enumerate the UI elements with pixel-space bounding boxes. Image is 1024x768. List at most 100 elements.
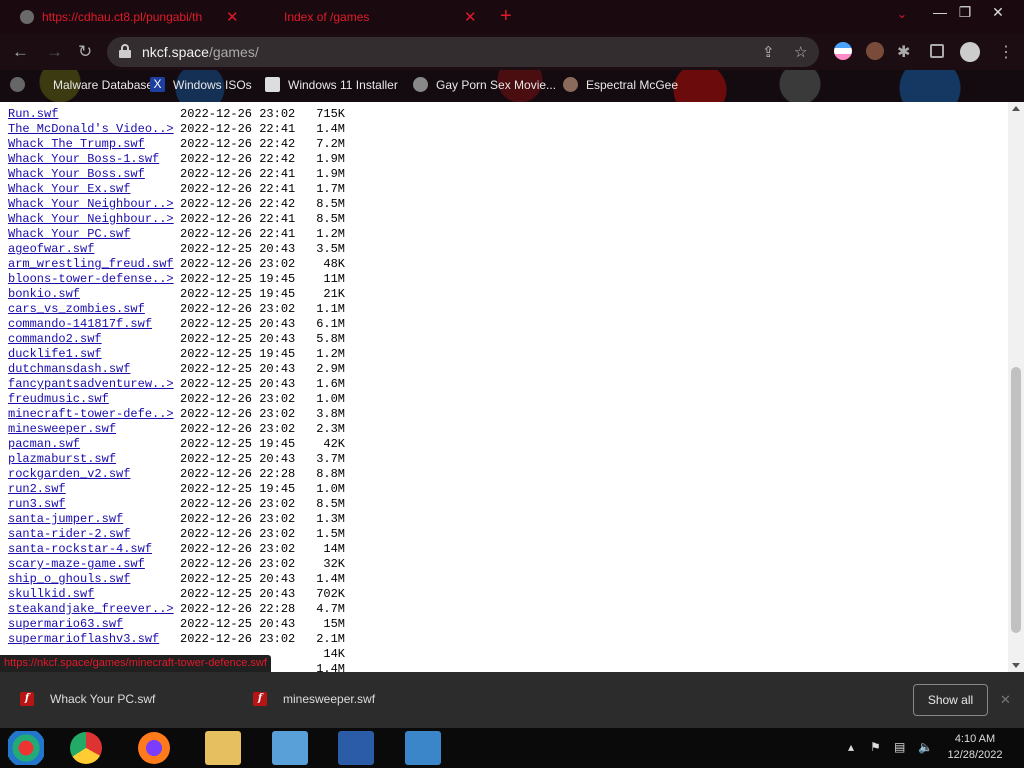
firefox-icon[interactable] [138, 732, 170, 764]
file-link[interactable]: commando-141817f.swf [8, 317, 180, 332]
close-tab-icon[interactable]: ✕ [464, 8, 477, 26]
file-link[interactable]: plazmaburst.swf [8, 452, 180, 467]
share-icon[interactable]: ⇪ [762, 43, 775, 61]
file-explorer-icon[interactable] [205, 731, 241, 765]
scroll-thumb[interactable] [1011, 367, 1021, 633]
file-link[interactable]: supermarioflashv3.swf [8, 632, 180, 647]
file-link[interactable]: steakandjake_freever..> [8, 602, 180, 617]
restore-icon[interactable]: ❐ [950, 2, 980, 24]
file-link[interactable]: rockgarden_v2.swf [8, 467, 180, 482]
network-icon[interactable]: ▤ [894, 740, 905, 754]
tab-index-of-games[interactable]: Index of /games ✕ [270, 4, 480, 30]
volume-icon[interactable]: 🔈 [918, 740, 933, 754]
x-logo-icon: X [150, 77, 165, 92]
address-bar[interactable]: nkcf.space/games/ ⇪ ☆ [107, 37, 819, 67]
bookmark-espectral-mcgee[interactable]: Espectral McGee [563, 77, 678, 92]
download-item[interactable]: f Whack Your PC.swf [20, 692, 155, 706]
table-row: rockgarden_v2.swf 2022-12-26 22:28 8.8M [8, 467, 345, 482]
file-link[interactable]: supermario63.swf [8, 617, 180, 632]
start-button-icon[interactable] [8, 731, 44, 765]
menu-kebab-icon[interactable]: ⋮ [998, 42, 1014, 62]
file-link[interactable]: Whack Your Boss-1.swf [8, 152, 180, 167]
file-date: 2022-12-26 22:28 [180, 467, 296, 481]
clock-date: 12/28/2022 [947, 749, 1003, 761]
bookmark-gay-porn-sex-movie[interactable]: Gay Porn Sex Movie... [413, 77, 556, 92]
control-panel-icon[interactable] [338, 731, 374, 765]
profile-avatar-icon[interactable] [960, 42, 980, 62]
file-date: 2022-12-26 22:42 [180, 197, 296, 211]
file-link[interactable]: fancypantsadventurew..> [8, 377, 180, 392]
file-link[interactable]: The McDonald's Video..> [8, 122, 180, 137]
table-row: ducklife1.swf 2022-12-25 19:45 1.2M [8, 347, 345, 362]
file-link[interactable]: santa-rockstar-4.swf [8, 542, 180, 557]
file-link[interactable]: Whack Your Neighbour..> [8, 212, 180, 227]
file-link[interactable]: run2.swf [8, 482, 180, 497]
file-link[interactable]: ducklife1.swf [8, 347, 180, 362]
globe-icon [10, 77, 25, 92]
file-link[interactable]: freudmusic.swf [8, 392, 180, 407]
system-clock[interactable]: 4:10 AM 12/28/2022 [940, 731, 1010, 763]
chrome-icon[interactable] [70, 732, 102, 764]
bookmark-windows-isos[interactable]: X Windows ISOs [150, 77, 252, 92]
new-tab-icon[interactable]: + [500, 6, 512, 26]
file-link[interactable]: Whack Your Ex.swf [8, 182, 180, 197]
file-link[interactable]: arm_wrestling_freud.swf [8, 257, 180, 272]
file-link[interactable]: scary-maze-game.swf [8, 557, 180, 572]
lock-icon[interactable] [119, 44, 131, 58]
file-link[interactable]: minesweeper.swf [8, 422, 180, 437]
table-row: arm_wrestling_freud.swf 2022-12-26 23:02 4… [8, 257, 345, 272]
file-link[interactable]: run3.swf [8, 497, 180, 512]
extensions-puzzle-icon[interactable]: ✱ [897, 42, 910, 62]
file-size: 6.1M [316, 317, 345, 331]
file-link[interactable]: Run.swf [8, 107, 180, 122]
file-link[interactable]: Whack Your PC.swf [8, 227, 180, 242]
side-panel-icon[interactable] [930, 44, 944, 58]
bookmark-star-icon[interactable]: ☆ [794, 43, 807, 61]
file-link[interactable]: Whack Your Boss.swf [8, 167, 180, 182]
close-shelf-icon[interactable]: ✕ [1000, 692, 1011, 708]
file-link[interactable]: Whack The Trump.swf [8, 137, 180, 152]
tab-search-icon[interactable]: ⌄ [897, 7, 907, 21]
reload-icon[interactable]: ↻ [78, 42, 92, 62]
scroll-up-arrow-icon[interactable] [1012, 106, 1020, 111]
extension-flag-icon[interactable] [834, 42, 852, 60]
network-computer-icon[interactable] [405, 731, 441, 765]
file-date: 2022-12-26 23:02 [180, 632, 296, 646]
forward-icon[interactable]: → [46, 42, 63, 62]
back-icon[interactable]: ← [12, 42, 29, 62]
bookmark-windows-11-installer[interactable]: Windows 11 Installer [265, 77, 398, 92]
file-link[interactable]: ship_o_ghouls.swf [8, 572, 180, 587]
scroll-down-arrow-icon[interactable] [1012, 663, 1020, 668]
file-date: 2022-12-25 20:43 [180, 572, 296, 586]
file-link[interactable]: cars_vs_zombies.swf [8, 302, 180, 317]
close-window-icon[interactable]: ✕ [983, 2, 1013, 24]
table-row: santa-rockstar-4.swf 2022-12-26 23:02 14M [8, 542, 345, 557]
downloads-shelf: f Whack Your PC.swf f minesweeper.swf Sh… [0, 672, 1024, 728]
file-link[interactable]: pacman.swf [8, 437, 180, 452]
file-link[interactable]: bonkio.swf [8, 287, 180, 302]
url-text[interactable]: nkcf.space/games/ [142, 44, 259, 60]
users-icon[interactable] [272, 731, 308, 765]
show-hidden-icons-icon[interactable]: ▴ [848, 740, 854, 754]
extension-avatar-icon[interactable] [866, 42, 884, 60]
file-link[interactable]: santa-rider-2.swf [8, 527, 180, 542]
file-link[interactable]: dutchmansdash.swf [8, 362, 180, 377]
file-date: 2022-12-26 22:41 [180, 167, 296, 181]
vertical-scrollbar[interactable] [1008, 102, 1024, 672]
file-link[interactable]: commando2.swf [8, 332, 180, 347]
file-date: 2022-12-26 22:42 [180, 152, 296, 166]
action-center-flag-icon[interactable]: ⚑ [870, 740, 881, 754]
file-link[interactable]: skullkid.swf [8, 587, 180, 602]
file-link[interactable]: minecraft-tower-defe..> [8, 407, 180, 422]
tab-external-link[interactable]: https://cdhau.ct8.pl/pungabi/th ✕ [20, 4, 240, 30]
file-link[interactable]: bloons-tower-defense..> [8, 272, 180, 287]
file-link[interactable]: Whack Your Neighbour..> [8, 197, 180, 212]
show-all-button[interactable]: Show all [913, 684, 988, 716]
file-link[interactable]: ageofwar.swf [8, 242, 180, 257]
close-tab-icon[interactable]: ✕ [226, 8, 239, 26]
table-row: commando2.swf 2022-12-25 20:43 5.8M [8, 332, 345, 347]
file-link[interactable]: santa-jumper.swf [8, 512, 180, 527]
file-size: 1.4M [316, 122, 345, 136]
bookmark-malware-database[interactable]: Malware Database [10, 77, 153, 92]
download-item[interactable]: f minesweeper.swf [253, 692, 375, 706]
